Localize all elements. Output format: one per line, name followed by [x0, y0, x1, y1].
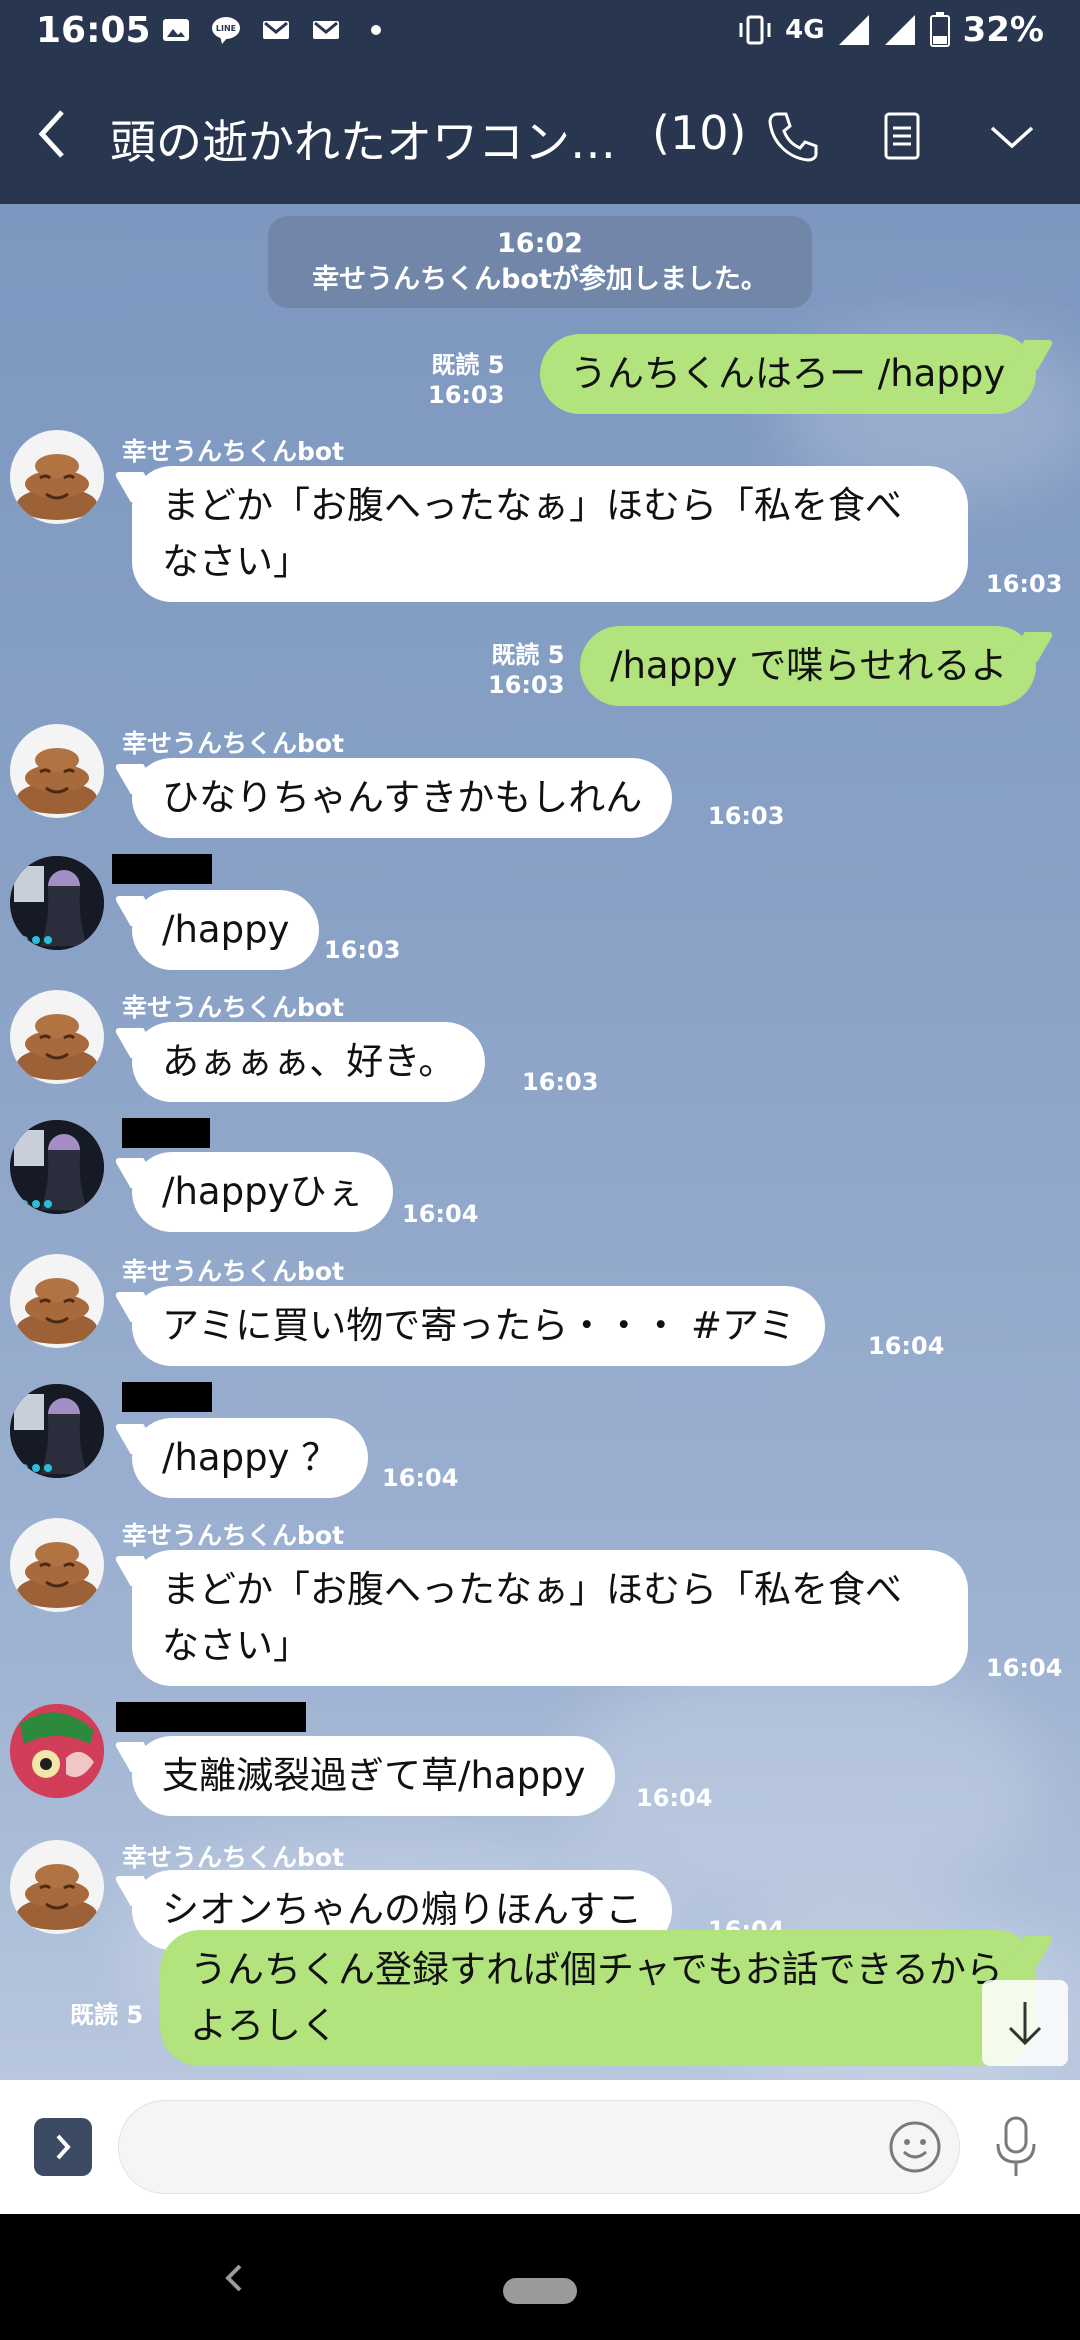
microphone-icon[interactable]	[990, 2114, 1042, 2180]
sender-name: 幸せうんちくんbot	[122, 437, 345, 466]
user-avatar[interactable]	[10, 1384, 104, 1478]
redacted-name	[122, 1382, 212, 1412]
line-icon: LINE	[212, 17, 240, 44]
dot-icon	[371, 25, 381, 35]
poop-avatar[interactable]	[10, 1254, 104, 1348]
incoming-message-bubble[interactable]: まどか「お腹へったなぁ」ほむら「私を食べなさい」	[132, 1550, 968, 1686]
poop-avatar[interactable]	[10, 990, 104, 1084]
user-avatar[interactable]	[10, 856, 104, 950]
notification-icons: LINE	[160, 14, 392, 46]
message-time: 16:04	[402, 1200, 479, 1228]
message-input[interactable]	[118, 2100, 960, 2194]
system-time: 16:02	[497, 228, 583, 259]
signal-icon	[884, 15, 915, 45]
sender-name: 幸せうんちくんbot	[122, 729, 345, 758]
network-type: 4G	[785, 15, 825, 45]
status-time: 16:05	[36, 10, 151, 51]
message-time: 16:04	[382, 1464, 459, 1492]
expand-menu-button[interactable]	[34, 2118, 92, 2176]
chat-area[interactable]: 16:02 幸せうんちくんbotが参加しました。 既読 5 16:03 うんちく…	[0, 204, 1080, 2080]
user2-avatar[interactable]	[10, 1704, 104, 1798]
poop-avatar[interactable]	[10, 1840, 104, 1934]
message-time: 16:03	[522, 1068, 599, 1096]
read-label: 既読 5	[431, 351, 505, 379]
arrow-down-icon	[1008, 2002, 1042, 2046]
status-bar: 16:05 LINE 4G 32%	[0, 0, 1080, 64]
incoming-message-bubble[interactable]: /happy ？	[132, 1418, 369, 1498]
message-time: 16:04	[868, 1332, 945, 1360]
outgoing-message-bubble[interactable]: うんちくんはろー /happy	[540, 334, 1036, 414]
incoming-message-bubble[interactable]: /happyひぇ	[132, 1152, 394, 1232]
sender-name: 幸せうんちくんbot	[122, 1843, 345, 1872]
read-receipt: 既読 5	[70, 2000, 143, 2030]
chat-header: 頭の逝かれたオワコン… (10)	[0, 64, 1080, 204]
poop-avatar[interactable]	[10, 1518, 104, 1612]
status-right: 4G 32%	[737, 10, 1044, 50]
poop-avatar[interactable]	[10, 724, 104, 818]
sender-name: 幸せうんちくんbot	[122, 1521, 345, 1550]
signal-icon	[838, 15, 869, 45]
svg-text:LINE: LINE	[216, 24, 236, 33]
notes-icon[interactable]	[870, 104, 934, 168]
message-time: 16:04	[636, 1784, 713, 1812]
incoming-message-bubble[interactable]: あぁぁぁ、好き。	[132, 1022, 486, 1102]
system-notice: 16:02 幸せうんちくんbotが参加しました。	[268, 216, 812, 308]
chevron-down-icon[interactable]	[980, 104, 1044, 168]
redacted-name	[122, 1118, 210, 1148]
redacted-name	[116, 1702, 306, 1732]
nav-back-icon[interactable]	[218, 2258, 250, 2298]
incoming-message-bubble[interactable]: ひなりちゃんすきかもしれん	[132, 758, 673, 838]
nav-home-pill[interactable]	[503, 2278, 577, 2304]
message-time: 16:03	[428, 381, 505, 409]
back-icon[interactable]	[30, 104, 74, 164]
chevron-right-icon	[56, 2134, 71, 2160]
system-text: 幸せうんちくんbotが参加しました。	[312, 264, 768, 295]
user-avatar[interactable]	[10, 1120, 104, 1214]
incoming-message-bubble[interactable]: アミに買い物で寄ったら・・・ #アミ	[132, 1286, 826, 1366]
system-nav-bar	[0, 2214, 1080, 2340]
message-time: 16:03	[488, 671, 565, 699]
emoji-icon[interactable]	[888, 2120, 942, 2174]
battery-level: 32%	[962, 10, 1044, 50]
battery-icon	[929, 12, 950, 47]
member-count: (10)	[652, 106, 747, 160]
message-time: 16:03	[708, 802, 785, 830]
message-time: 16:04	[986, 1654, 1063, 1682]
message-time: 16:03	[986, 570, 1063, 598]
vibrate-icon	[739, 15, 771, 45]
scroll-to-bottom-button[interactable]	[982, 1980, 1068, 2066]
read-receipt: 既読 5 16:03	[428, 350, 504, 410]
sender-name: 幸せうんちくんbot	[122, 1257, 345, 1286]
read-receipt: 既読 5 16:03	[488, 640, 564, 700]
gmail-icon	[313, 21, 339, 39]
image-icon	[163, 19, 189, 41]
incoming-message-bubble[interactable]: まどか「お腹へったなぁ」ほむら「私を食べなさい」	[132, 466, 968, 602]
sender-name: 幸せうんちくんbot	[122, 993, 345, 1022]
poop-avatar[interactable]	[10, 430, 104, 524]
outgoing-message-bubble[interactable]: /happy で喋らせれるよ	[580, 626, 1036, 706]
incoming-message-bubble[interactable]: /happy	[132, 890, 320, 970]
incoming-message-bubble[interactable]: 支離滅裂過ぎて草/happy	[132, 1736, 616, 1816]
gmail-icon	[263, 21, 289, 39]
chat-title[interactable]: 頭の逝かれたオワコン…	[110, 106, 616, 172]
message-time: 16:03	[324, 936, 401, 964]
redacted-name	[112, 854, 212, 884]
phone-icon[interactable]	[760, 104, 824, 168]
read-label: 既読 5	[491, 641, 565, 669]
message-input-bar	[0, 2080, 1080, 2214]
read-label: 既読 5	[70, 2001, 144, 2029]
outgoing-message-bubble[interactable]: うんちくん登録すれば個チャでもお話できるからよろしく	[160, 1930, 1036, 2066]
